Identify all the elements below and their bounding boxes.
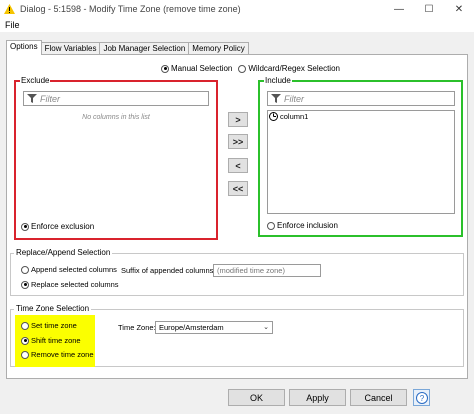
minimize-button[interactable]: — (384, 0, 414, 18)
menu-file[interactable]: File (5, 20, 20, 30)
include-title: Include (264, 75, 292, 86)
suffix-input[interactable]: (modified time zone) (213, 264, 321, 277)
enforce-exclusion-radio[interactable] (21, 222, 29, 231)
menu-bar: File (0, 18, 474, 32)
enforce-exclusion[interactable]: Enforce exclusion (21, 222, 94, 231)
manual-selection-label: Manual Selection (171, 64, 233, 73)
help-icon: ? (415, 391, 428, 404)
exclude-title: Exclude (20, 75, 51, 86)
remove-all-button[interactable]: << (228, 181, 248, 196)
enforce-inclusion[interactable]: Enforce inclusion (267, 221, 338, 230)
replace-option[interactable]: Replace selected columns (21, 280, 119, 289)
exclude-box: Exclude Filter No columns in this list E… (14, 75, 218, 240)
wildcard-selection-radio[interactable] (238, 64, 247, 73)
time-zone-group: Time Zone Selection Set time zone Shift … (10, 304, 464, 367)
replace-radio[interactable] (21, 280, 29, 289)
tab-strip: Options Flow Variables Job Manager Selec… (6, 40, 249, 55)
add-all-button[interactable]: >> (228, 134, 248, 149)
set-time-zone-radio[interactable] (21, 321, 29, 330)
tab-options[interactable]: Options (6, 40, 42, 55)
ok-button[interactable]: OK (228, 389, 285, 406)
cancel-button[interactable]: Cancel (350, 389, 407, 406)
time-zone-select[interactable]: Europe/Amsterdam ⌄ (155, 321, 273, 334)
include-column-list[interactable]: column1 (267, 110, 455, 214)
warning-icon (4, 4, 15, 14)
filter-icon (27, 94, 37, 103)
include-filter-input[interactable]: Filter (267, 91, 455, 106)
apply-button[interactable]: Apply (289, 389, 346, 406)
time-zone-label: Time Zone: (118, 323, 156, 332)
remove-time-zone-radio[interactable] (21, 350, 29, 359)
exclude-empty-message: No columns in this list (82, 114, 150, 121)
set-time-zone-option[interactable]: Set time zone (21, 321, 77, 330)
window-title: Dialog - 5:1598 - Modify Time Zone (remo… (20, 4, 241, 14)
chevron-down-icon: ⌄ (263, 324, 269, 331)
shift-time-zone-option[interactable]: Shift time zone (21, 336, 81, 345)
remove-button[interactable]: < (228, 158, 248, 173)
svg-text:?: ? (419, 394, 424, 403)
list-item[interactable]: column1 (269, 112, 308, 121)
replace-append-title: Replace/Append Selection (14, 248, 113, 258)
enforce-inclusion-radio[interactable] (267, 221, 275, 230)
selection-mode: Manual Selection Wildcard/Regex Selectio… (161, 64, 340, 73)
title-bar: Dialog - 5:1598 - Modify Time Zone (remo… (0, 0, 474, 18)
shift-time-zone-radio[interactable] (21, 336, 29, 345)
maximize-button[interactable]: ☐ (414, 0, 444, 18)
include-box: Include Filter column1 Enforce inclusion (258, 75, 463, 237)
datetime-column-icon (269, 112, 278, 121)
replace-append-group: Replace/Append Selection Append selected… (10, 248, 464, 296)
suffix-label: Suffix of appended columns: (121, 266, 216, 275)
manual-selection-radio[interactable] (161, 64, 169, 73)
close-button[interactable]: ✕ (444, 0, 474, 18)
remove-time-zone-option[interactable]: Remove time zone (21, 350, 94, 359)
wildcard-selection-label: Wildcard/Regex Selection (248, 64, 340, 73)
append-option[interactable]: Append selected columns (21, 265, 117, 274)
filter-icon (271, 94, 281, 103)
exclude-filter-input[interactable]: Filter (23, 91, 209, 106)
time-zone-title: Time Zone Selection (14, 304, 92, 314)
append-radio[interactable] (21, 265, 29, 274)
add-button[interactable]: > (228, 112, 248, 127)
help-button[interactable]: ? (413, 389, 430, 406)
